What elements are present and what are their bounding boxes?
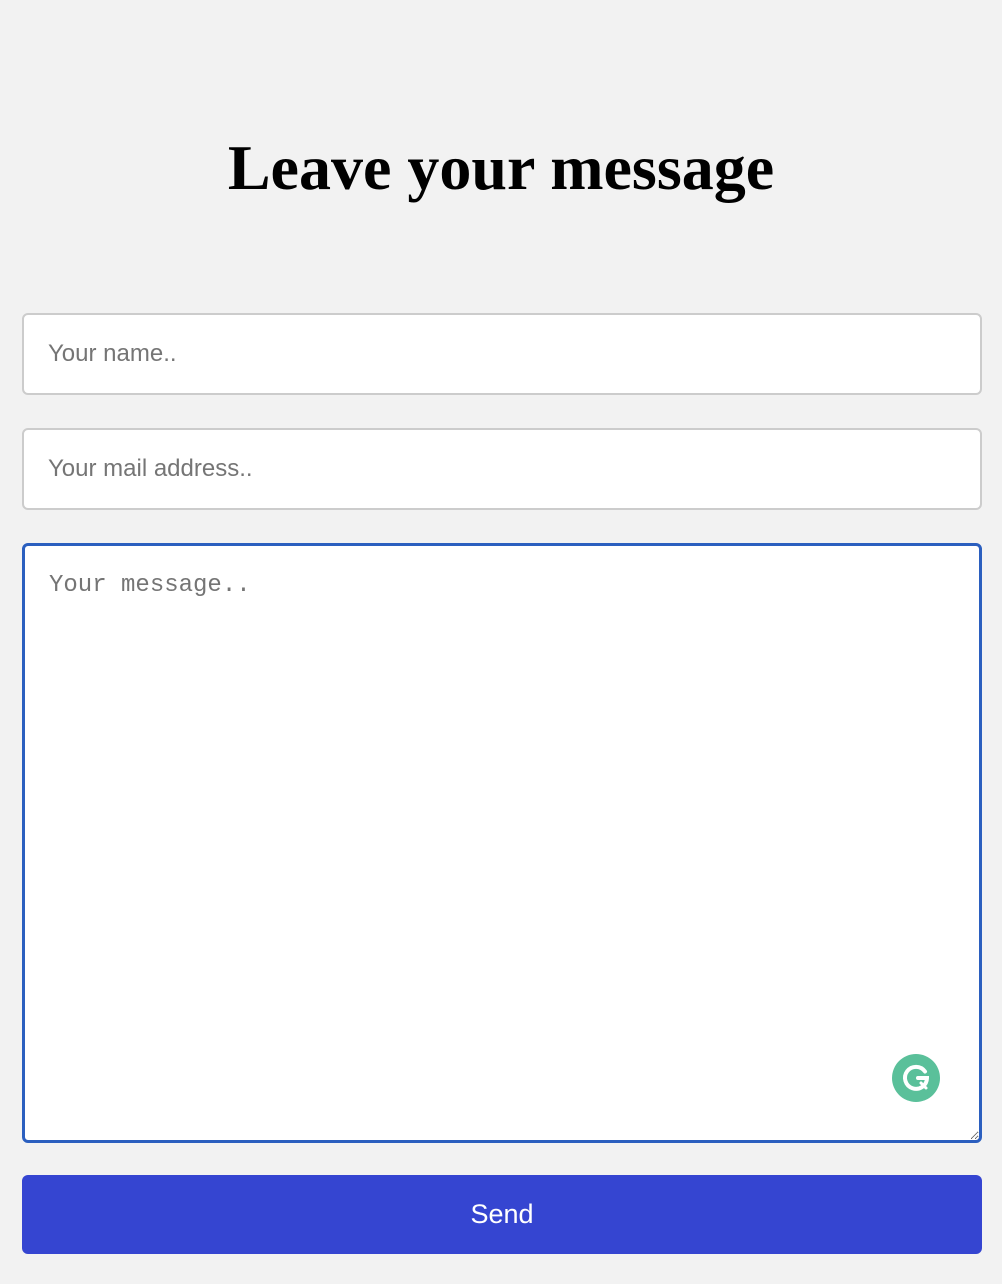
grammarly-icon[interactable] <box>892 1054 940 1102</box>
email-input[interactable] <box>22 428 982 510</box>
grammarly-icon-graphic <box>892 1054 940 1102</box>
page-title: Leave your message <box>227 132 775 203</box>
message-textarea[interactable] <box>22 543 982 1143</box>
send-button[interactable]: Send <box>22 1175 982 1254</box>
name-input[interactable] <box>22 313 982 395</box>
